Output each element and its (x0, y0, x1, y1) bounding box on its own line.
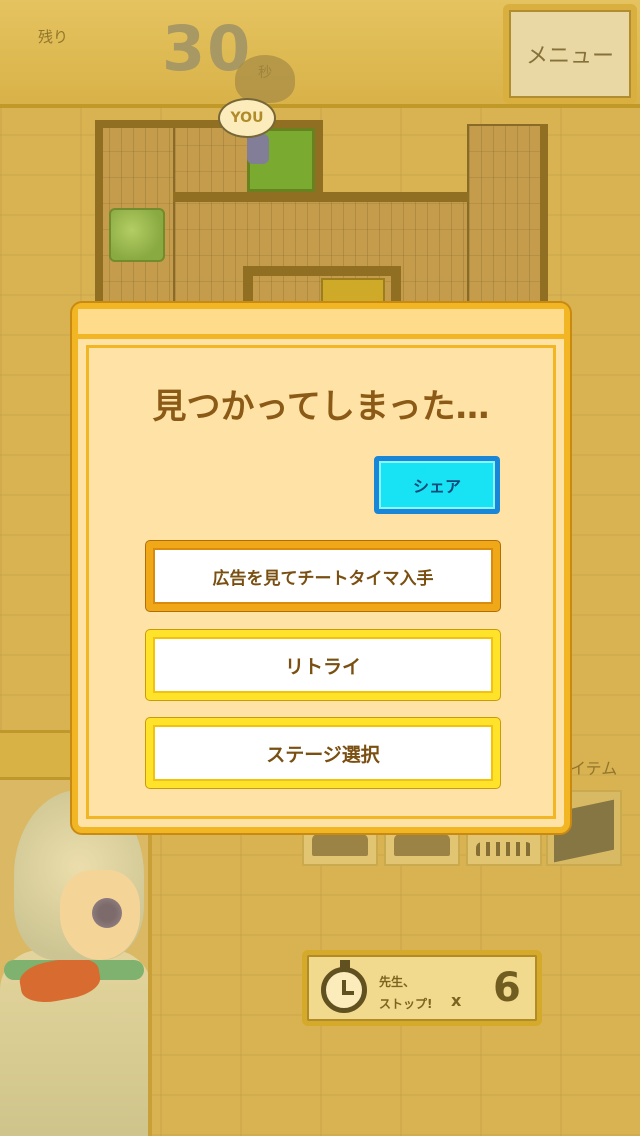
share-button[interactable]: シェア (374, 456, 500, 514)
dialog-header-bar (78, 309, 564, 339)
game-over-dialog: 見つかってしまった… シェア 広告を見てチートタイマ入手 リトライ ステージ選択 (72, 303, 570, 833)
stage-select-button[interactable]: ステージ選択 (146, 718, 500, 788)
watch-ad-cheat-timer-button[interactable]: 広告を見てチートタイマ入手 (146, 541, 500, 611)
retry-button[interactable]: リトライ (146, 630, 500, 700)
dialog-title: 見つかってしまった… (152, 387, 490, 427)
